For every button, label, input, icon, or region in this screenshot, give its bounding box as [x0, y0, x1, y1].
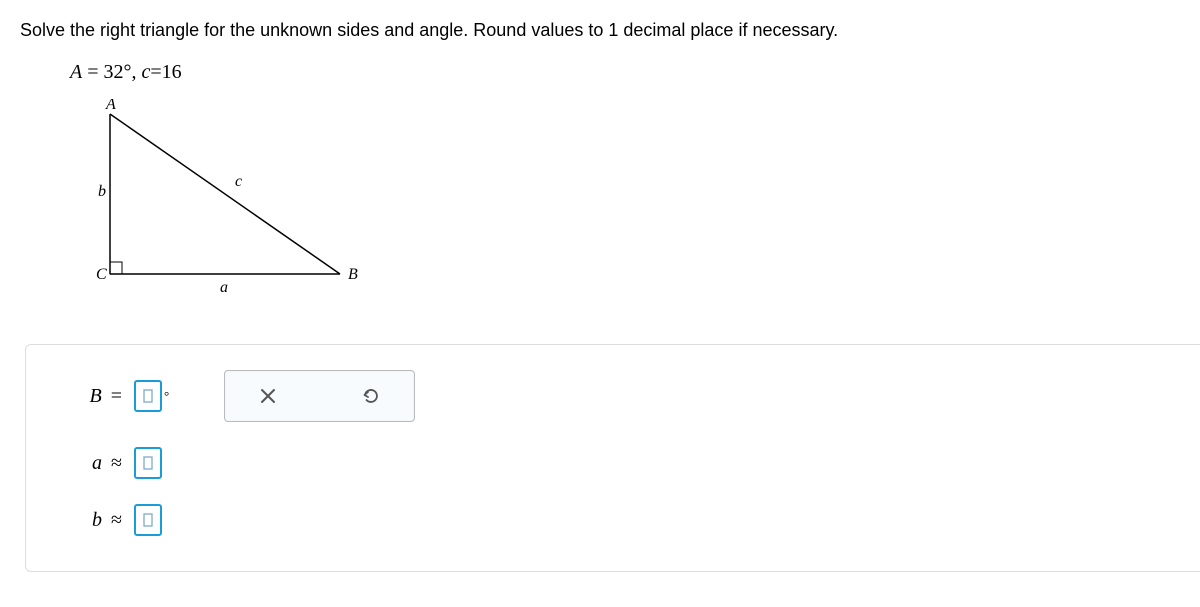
answer-b-var: b — [92, 509, 102, 531]
undo-icon — [360, 386, 380, 406]
given-values: A = 32°, c=16 — [70, 61, 1180, 84]
given-side-val: 16 — [162, 61, 182, 83]
answer-a-op: ≈ — [107, 452, 126, 474]
given-angle-deg: ° — [124, 61, 132, 83]
close-icon — [259, 387, 277, 405]
given-side-eq: = — [150, 61, 161, 83]
answer-B-input[interactable] — [134, 380, 162, 412]
given-angle-eq: = — [82, 61, 103, 83]
answer-b-op: ≈ — [107, 509, 126, 531]
given-angle-var: A — [70, 61, 82, 83]
answer-B-var: B — [90, 385, 102, 407]
tool-group — [224, 370, 415, 422]
question-content: Solve the right triangle for the unknown… — [20, 20, 838, 40]
side-b-label: b — [98, 183, 106, 200]
side-c-label: c — [235, 173, 242, 190]
clear-button[interactable] — [255, 383, 281, 409]
answer-B-op: = — [107, 385, 126, 407]
answer-B-deg: ° — [164, 388, 169, 404]
given-angle-val: 32 — [104, 61, 124, 83]
answer-b-label: b ≈ — [56, 509, 134, 532]
triangle-diagram: A C B b a c — [80, 99, 1180, 314]
answer-a-var: a — [92, 452, 102, 474]
answer-b-input[interactable] — [134, 504, 162, 536]
answer-B-label: B = — [56, 385, 134, 408]
vertex-B-label: B — [348, 266, 358, 283]
vertex-C-label: C — [96, 266, 107, 283]
answer-container: B = ° a — [25, 344, 1200, 572]
undo-button[interactable] — [356, 382, 384, 410]
given-sep: , — [132, 61, 142, 83]
vertex-A-label: A — [105, 99, 116, 113]
answer-a-label: a ≈ — [56, 452, 134, 475]
answer-a-input[interactable] — [134, 447, 162, 479]
side-a-label: a — [220, 279, 228, 296]
question-text: Solve the right triangle for the unknown… — [20, 20, 1180, 41]
